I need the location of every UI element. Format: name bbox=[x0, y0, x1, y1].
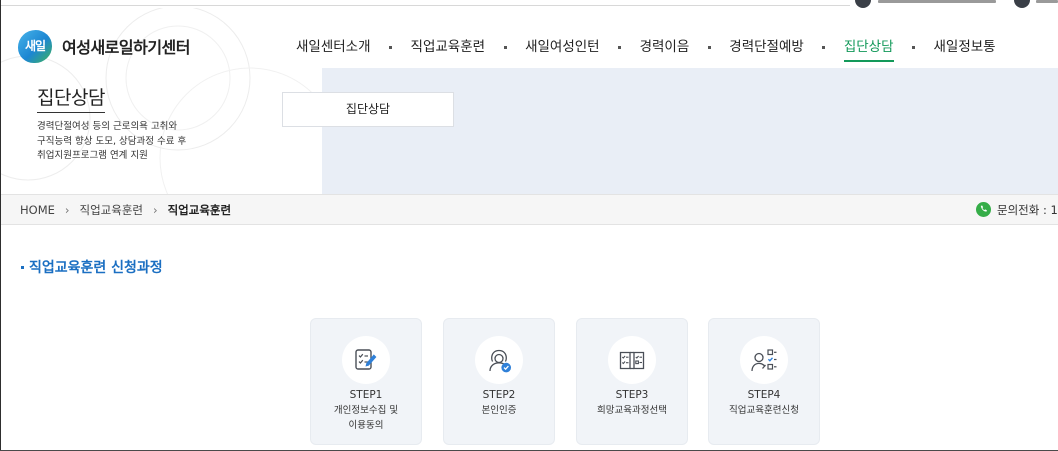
nav-item-career-link[interactable]: 경력이음 bbox=[640, 36, 690, 58]
breadcrumb-separator: › bbox=[64, 202, 70, 217]
step-label-line: 개인정보수집 및 bbox=[333, 405, 399, 416]
step-label: 희망교육과정선택 bbox=[577, 403, 687, 418]
nav-item-info[interactable]: 새일정보통 bbox=[934, 36, 996, 58]
nav-separator bbox=[600, 36, 640, 58]
step-number: STEP2 bbox=[482, 389, 516, 401]
breadcrumb-bar: HOME › 직업교육훈련 › 직업교육훈련 문의전화 : 1 bbox=[0, 194, 1058, 225]
util-link-fragment[interactable] bbox=[1036, 0, 1058, 3]
page: 새일 여성새로일하기센터 새일센터소개 직업교육훈련 새일여성인턴 경력이음 경… bbox=[0, 0, 1058, 451]
section-title: 직업교육훈련 신청과정 bbox=[19, 259, 163, 277]
book-checklist-icon bbox=[619, 351, 645, 370]
breadcrumb-home[interactable]: HOME bbox=[20, 203, 55, 217]
contact-phone: 문의전화 : 1 bbox=[976, 195, 1058, 224]
step-number: STEP4 bbox=[747, 389, 781, 401]
nav-item-center-intro[interactable]: 새일센터소개 bbox=[296, 36, 371, 58]
step-card: STEP1 개인정보수집 및 이용동의 bbox=[310, 318, 422, 445]
bullet-icon bbox=[21, 265, 24, 269]
main-nav: 새일센터소개 직업교육훈련 새일여성인턴 경력이음 경력단절예방 집단상담 새일… bbox=[296, 36, 996, 62]
tab-group-counseling[interactable]: 집단상담 bbox=[282, 92, 454, 127]
util-circle-icon[interactable] bbox=[1014, 0, 1030, 8]
description-line: 취업지원프로그램 연계 지원 bbox=[37, 150, 148, 161]
step-number: STEP3 bbox=[615, 389, 649, 401]
util-circle-icon[interactable] bbox=[855, 0, 871, 8]
step-label-line: 희망교육과정선택 bbox=[597, 405, 667, 416]
step-icon-circle bbox=[342, 336, 390, 384]
site-logo[interactable]: 새일 여성새로일하기센터 bbox=[18, 28, 190, 64]
logo-mark: 새일 bbox=[18, 29, 52, 63]
contact-label: 문의전화 : 1 bbox=[997, 202, 1058, 217]
util-link-fragment[interactable] bbox=[878, 0, 996, 3]
user-verified-icon bbox=[489, 349, 511, 373]
nav-item-career-break-prevention[interactable]: 경력단절예방 bbox=[729, 36, 804, 58]
nav-separator bbox=[804, 36, 844, 58]
step-label-line: 이용동의 bbox=[348, 420, 384, 431]
description-line: 경력단절여성 등의 근로의욕 고취와 bbox=[37, 121, 178, 132]
step-icon-circle bbox=[608, 336, 656, 384]
user-checklist-icon bbox=[751, 349, 777, 372]
step-card: STEP4 직업교육훈련신청 bbox=[708, 318, 820, 445]
step-icon-circle bbox=[475, 336, 523, 384]
phone-icon bbox=[976, 202, 991, 217]
step-number: STEP1 bbox=[349, 389, 383, 401]
nav-separator bbox=[371, 36, 411, 58]
page-description: 경력단절여성 등의 근로의욕 고취와 구직능력 향상 도모, 상담과정 수료 후… bbox=[37, 120, 186, 164]
step-label-line: 본인인증 bbox=[481, 405, 517, 416]
breadcrumb-separator: › bbox=[152, 202, 158, 217]
logo-text: 여성새로일하기센터 bbox=[62, 38, 190, 57]
banner-visual bbox=[322, 68, 1058, 194]
top-divider bbox=[0, 5, 850, 6]
breadcrumb: HOME › 직업교육훈련 › 직업교육훈련 bbox=[20, 195, 231, 224]
nav-separator bbox=[689, 36, 729, 58]
step-label: 본인인증 bbox=[444, 403, 554, 418]
breadcrumb-current: 직업교육훈련 bbox=[167, 202, 232, 217]
nav-item-women-intern[interactable]: 새일여성인턴 bbox=[525, 36, 600, 58]
step-label-line: 직업교육훈련신청 bbox=[729, 405, 799, 416]
step-icon-circle bbox=[740, 336, 788, 384]
section-title-text: 직업교육훈련 신청과정 bbox=[29, 260, 163, 276]
step-card: STEP2 본인인증 bbox=[443, 318, 555, 445]
step-label: 개인정보수집 및 이용동의 bbox=[311, 403, 421, 433]
page-title: 집단상담 bbox=[37, 87, 105, 113]
nav-item-group-counseling[interactable]: 집단상담 bbox=[843, 36, 894, 62]
nav-separator bbox=[894, 36, 934, 58]
nav-separator bbox=[485, 36, 525, 58]
breadcrumb-job-training[interactable]: 직업교육훈련 bbox=[80, 202, 143, 218]
nav-item-job-training[interactable]: 직업교육훈련 bbox=[411, 36, 486, 58]
step-card: STEP3 희망교육과정선택 bbox=[576, 318, 688, 445]
document-checklist-pen-icon bbox=[355, 349, 377, 370]
description-line: 구직능력 향상 도모, 상담과정 수료 후 bbox=[37, 135, 187, 147]
sub-banner: 집단상담 경력단절여성 등의 근로의욕 고취와 구직능력 향상 도모, 상담과정… bbox=[0, 68, 1058, 194]
window-border-left bbox=[0, 0, 1, 451]
step-label: 직업교육훈련신청 bbox=[709, 403, 819, 418]
